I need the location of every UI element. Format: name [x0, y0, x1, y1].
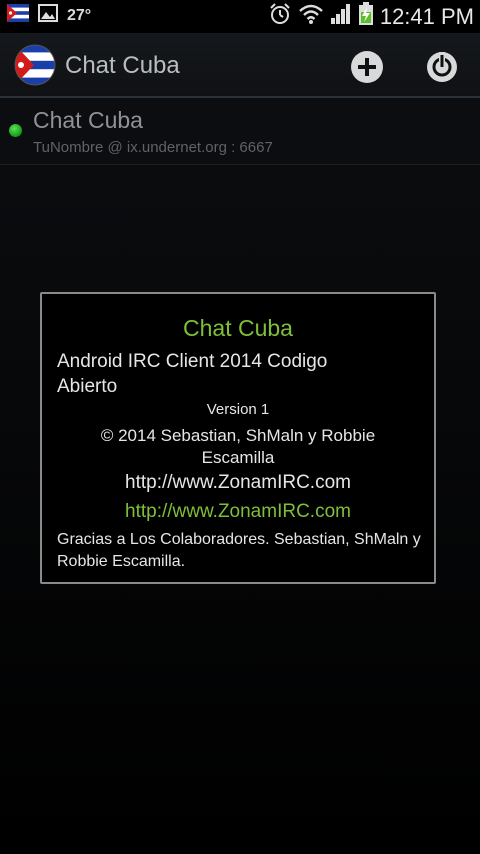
- dialog-version: Version 1: [206, 401, 270, 418]
- server-list-item[interactable]: Chat Cuba TuNombre @ ix.undernet.org : 6…: [0, 98, 480, 165]
- dialog-subtitle: Android IRC Client 2014 Codigo Abierto: [57, 351, 328, 397]
- add-server-icon[interactable]: [349, 49, 385, 85]
- dialog-copyright: © 2014 Sebastian, ShMaln y Robbie Escami…: [100, 426, 376, 467]
- dialog-thanks: Gracias a Los Colaboradores. Sebastian, …: [57, 531, 421, 570]
- cuba-flag-icon: [7, 4, 29, 27]
- action-bar: Chat Cuba: [0, 33, 480, 98]
- image-icon: [38, 4, 58, 27]
- temperature: 27°: [67, 6, 92, 24]
- alarm-icon: [268, 2, 292, 31]
- app-title: Chat Cuba: [65, 52, 180, 79]
- dialog-title: Chat Cuba: [183, 315, 293, 341]
- dialog-website-link[interactable]: http://www.ZonamIRC.com: [42, 501, 434, 523]
- screen: 27° 12:41 PM Chat Cuba Chat Cuba TuNombr…: [0, 0, 480, 854]
- dialog-website-text: http://www.ZonamIRC.com: [125, 472, 351, 493]
- clock: 12:41 PM: [379, 3, 474, 29]
- server-name: Chat Cuba: [33, 107, 143, 133]
- power-icon[interactable]: [423, 47, 461, 85]
- battery-charging-icon: [358, 2, 374, 31]
- status-bar-right: 12:41 PM: [268, 2, 474, 31]
- app-logo-icon[interactable]: [14, 44, 56, 86]
- about-dialog: Chat Cuba Android IRC Client 2014 Codigo…: [40, 292, 436, 584]
- connection-status-icon: [9, 124, 22, 137]
- status-bar: 27° 12:41 PM: [0, 0, 480, 33]
- server-host: TuNombre @ ix.undernet.org : 6667: [33, 139, 273, 156]
- status-bar-left: 27°: [7, 4, 91, 27]
- signal-icon: [330, 3, 352, 30]
- wifi-icon: [298, 3, 324, 30]
